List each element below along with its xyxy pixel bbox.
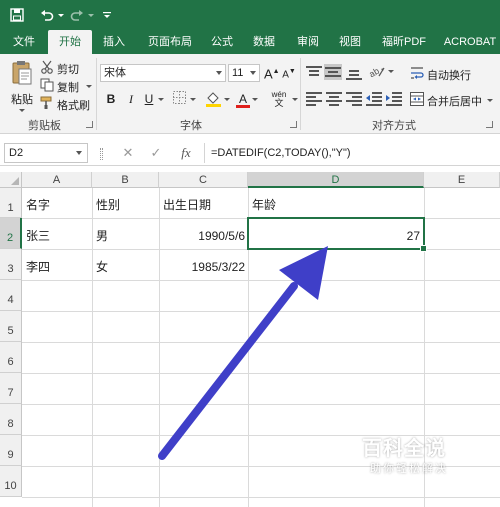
watermark-subtitle: 助你轻松解决 [370,463,448,475]
annotation-arrow [158,246,328,460]
watermark: 百科全说 助你轻松解决 [350,432,470,482]
watermark-title: 百科全说 [362,436,446,460]
arrow-shaft [158,282,298,460]
